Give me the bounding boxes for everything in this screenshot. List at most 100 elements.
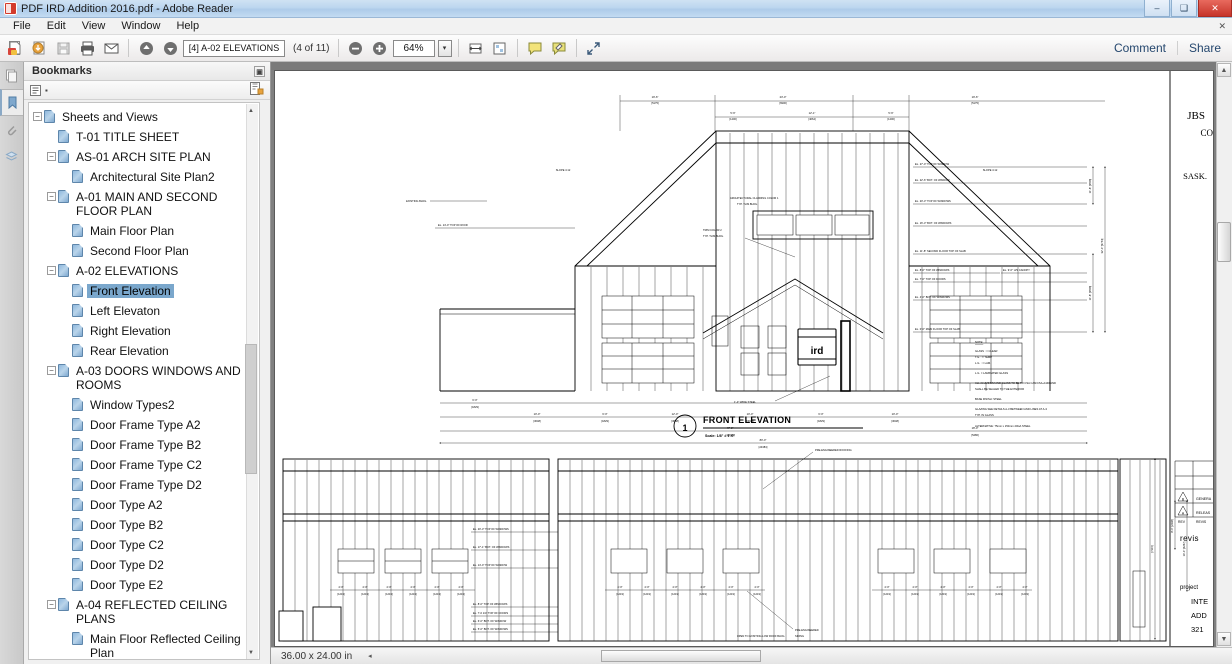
bookmark-item[interactable]: Door Frame Type B2 <box>29 435 259 455</box>
document-viewport[interactable]: 19'-6" [5175] 23'-0" [6900] 19'-6" [5175… <box>271 62 1232 664</box>
bookmark-collapse-icon[interactable]: − <box>33 112 42 121</box>
svg-text:[1219]: [1219] <box>883 592 891 596</box>
svg-text:[5175]: [5175] <box>651 101 659 105</box>
scroll-down-icon[interactable]: ▼ <box>1217 632 1231 646</box>
svg-text:4'-0": 4'-0" <box>458 585 463 589</box>
menu-bar: File Edit View Window Help ✕ <box>0 18 1232 35</box>
print-icon[interactable] <box>76 37 98 59</box>
zoom-out-icon[interactable] <box>345 37 367 59</box>
svg-text:EL. 27'-0" TOP OF WINDOW: EL. 27'-0" TOP OF WINDOW <box>915 162 950 166</box>
svg-text:EL. 6'-0" BOT. OF WINDOW: EL. 6'-0" BOT. OF WINDOW <box>473 619 507 623</box>
bookmark-item[interactable]: −A-02 ELEVATIONS <box>29 261 259 281</box>
bookmarks-panel-options-button[interactable]: ▣ <box>254 66 265 77</box>
zoom-level-field[interactable]: 64% <box>393 40 435 57</box>
page-label-field[interactable]: [4] A-02 ELEVATIONS <box>183 40 285 57</box>
email-icon[interactable] <box>100 37 122 59</box>
bookmark-item[interactable]: Left Elevaton <box>29 301 259 321</box>
comment-balloon-icon[interactable] <box>524 37 546 59</box>
menu-file[interactable]: File <box>6 19 38 33</box>
scroll-up-icon[interactable]: ▲ <box>1217 63 1231 77</box>
bookmarks-scroll-up-icon[interactable]: ▲ <box>245 105 257 117</box>
bookmark-item[interactable]: Architectural Site Plan2 <box>29 167 259 187</box>
previous-page-icon[interactable] <box>135 37 157 59</box>
page-thumbnails-icon[interactable] <box>0 62 23 89</box>
document-vertical-scrollbar[interactable]: ▲ ▼ <box>1216 62 1232 664</box>
attachments-icon[interactable] <box>0 116 23 143</box>
bookmark-options-icon[interactable]: ▪ <box>30 85 48 96</box>
bookmarks-scroll-thumb[interactable] <box>245 344 257 474</box>
layers-icon[interactable] <box>0 143 23 170</box>
new-bookmark-icon[interactable] <box>250 82 264 98</box>
bookmark-page-icon <box>58 150 69 163</box>
bookmark-item[interactable]: Main Floor Reflected Ceiling Plan <box>29 629 259 660</box>
bookmark-item[interactable]: Front Elevation <box>29 281 259 301</box>
bookmark-collapse-icon[interactable]: − <box>47 152 56 161</box>
svg-text:[3048]: [3048] <box>891 419 899 423</box>
svg-text:[24384]: [24384] <box>759 445 768 449</box>
bookmark-spacer <box>61 306 70 315</box>
bookmark-collapse-icon[interactable]: − <box>47 600 56 609</box>
toolbar-separator-4 <box>517 39 518 57</box>
save-file-icon[interactable] <box>52 37 74 59</box>
close-document-button[interactable]: ✕ <box>1218 21 1226 32</box>
bookmark-page-icon <box>72 632 83 645</box>
bookmark-item[interactable]: Door Type E2 <box>29 575 259 595</box>
create-pdf-icon[interactable] <box>4 37 26 59</box>
bookmark-item[interactable]: Rear Elevation <box>29 341 259 361</box>
bookmark-item[interactable]: Door Type B2 <box>29 515 259 535</box>
bookmarks-tree[interactable]: −Sheets and ViewsT-01 TITLE SHEET−AS-01 … <box>28 102 260 660</box>
menu-view[interactable]: View <box>75 19 113 33</box>
menu-help[interactable]: Help <box>169 19 206 33</box>
zoom-in-icon[interactable] <box>369 37 391 59</box>
bookmarks-scrollbar[interactable]: ▲ ▼ <box>246 104 258 660</box>
next-page-icon[interactable] <box>159 37 181 59</box>
bookmark-item[interactable]: Window Types2 <box>29 395 259 415</box>
bookmark-item[interactable]: −A-03 DOORS WINDOWS AND ROOMS <box>29 361 259 395</box>
comment-button[interactable]: Comment <box>1103 41 1177 55</box>
bookmark-collapse-icon[interactable]: − <box>47 366 56 375</box>
zoom-dropdown-icon[interactable]: ▾ <box>438 40 452 57</box>
bookmark-page-icon <box>72 324 83 337</box>
bookmark-item[interactable]: Door Frame Type D2 <box>29 475 259 495</box>
menu-window[interactable]: Window <box>114 19 167 33</box>
minimize-button[interactable]: – <box>1144 0 1170 17</box>
bookmarks-scroll-down-icon[interactable]: ▼ <box>245 647 257 659</box>
bookmarks-icon[interactable] <box>0 89 23 116</box>
bookmark-item[interactable]: Second Floor Plan <box>29 241 259 261</box>
bookmark-item[interactable]: −AS-01 ARCH SITE PLAN <box>29 147 259 167</box>
svg-text:[6900]: [6900] <box>779 101 787 105</box>
bookmark-item[interactable]: −A-04 REFLECTED CEILING PLANS <box>29 595 259 629</box>
bookmark-item[interactable]: −Sheets and Views <box>29 107 259 127</box>
close-button[interactable]: ✕ <box>1198 0 1232 17</box>
svg-text:[1829]: [1829] <box>471 405 479 409</box>
fit-page-icon[interactable] <box>489 37 511 59</box>
share-button[interactable]: Share <box>1177 41 1232 55</box>
bookmark-spacer <box>61 634 70 643</box>
save-as-icon[interactable] <box>28 37 50 59</box>
svg-text:ARCHITECTURAL CLADDING COLOR 1: ARCHITECTURAL CLADDING COLOR 1 <box>730 196 779 200</box>
bookmark-item[interactable]: Door Type D2 <box>29 555 259 575</box>
bookmark-item[interactable]: Right Elevation <box>29 321 259 341</box>
bookmark-item[interactable]: Door Type A2 <box>29 495 259 515</box>
bookmark-item[interactable]: −A-01 MAIN AND SECOND FLOOR PLAN <box>29 187 259 221</box>
menu-edit[interactable]: Edit <box>40 19 73 33</box>
page-count-label: (4 of 11) <box>293 43 330 54</box>
read-mode-icon[interactable] <box>583 37 605 59</box>
bookmark-item[interactable]: T-01 TITLE SHEET <box>29 127 259 147</box>
bookmark-item[interactable]: Door Frame Type A2 <box>29 415 259 435</box>
document-scroll-thumb[interactable] <box>1217 222 1231 262</box>
document-horizontal-scroll-thumb[interactable] <box>601 650 761 662</box>
highlight-icon[interactable] <box>548 37 570 59</box>
statusbar-collapse-icon[interactable]: ◂ <box>368 652 372 660</box>
bookmark-item[interactable]: Door Type C2 <box>29 535 259 555</box>
svg-text:SIDING: SIDING <box>795 634 804 638</box>
bookmark-item[interactable]: Door Frame Type C2 <box>29 455 259 475</box>
bookmark-collapse-icon[interactable]: − <box>47 192 56 201</box>
bookmark-collapse-icon[interactable]: − <box>47 266 56 275</box>
bookmark-spacer <box>61 460 70 469</box>
maximize-button[interactable]: ❑ <box>1171 0 1197 17</box>
pdf-document-icon <box>4 2 17 15</box>
bookmark-item[interactable]: Main Floor Plan <box>29 221 259 241</box>
fit-width-icon[interactable] <box>465 37 487 59</box>
bookmark-page-icon <box>58 190 69 203</box>
